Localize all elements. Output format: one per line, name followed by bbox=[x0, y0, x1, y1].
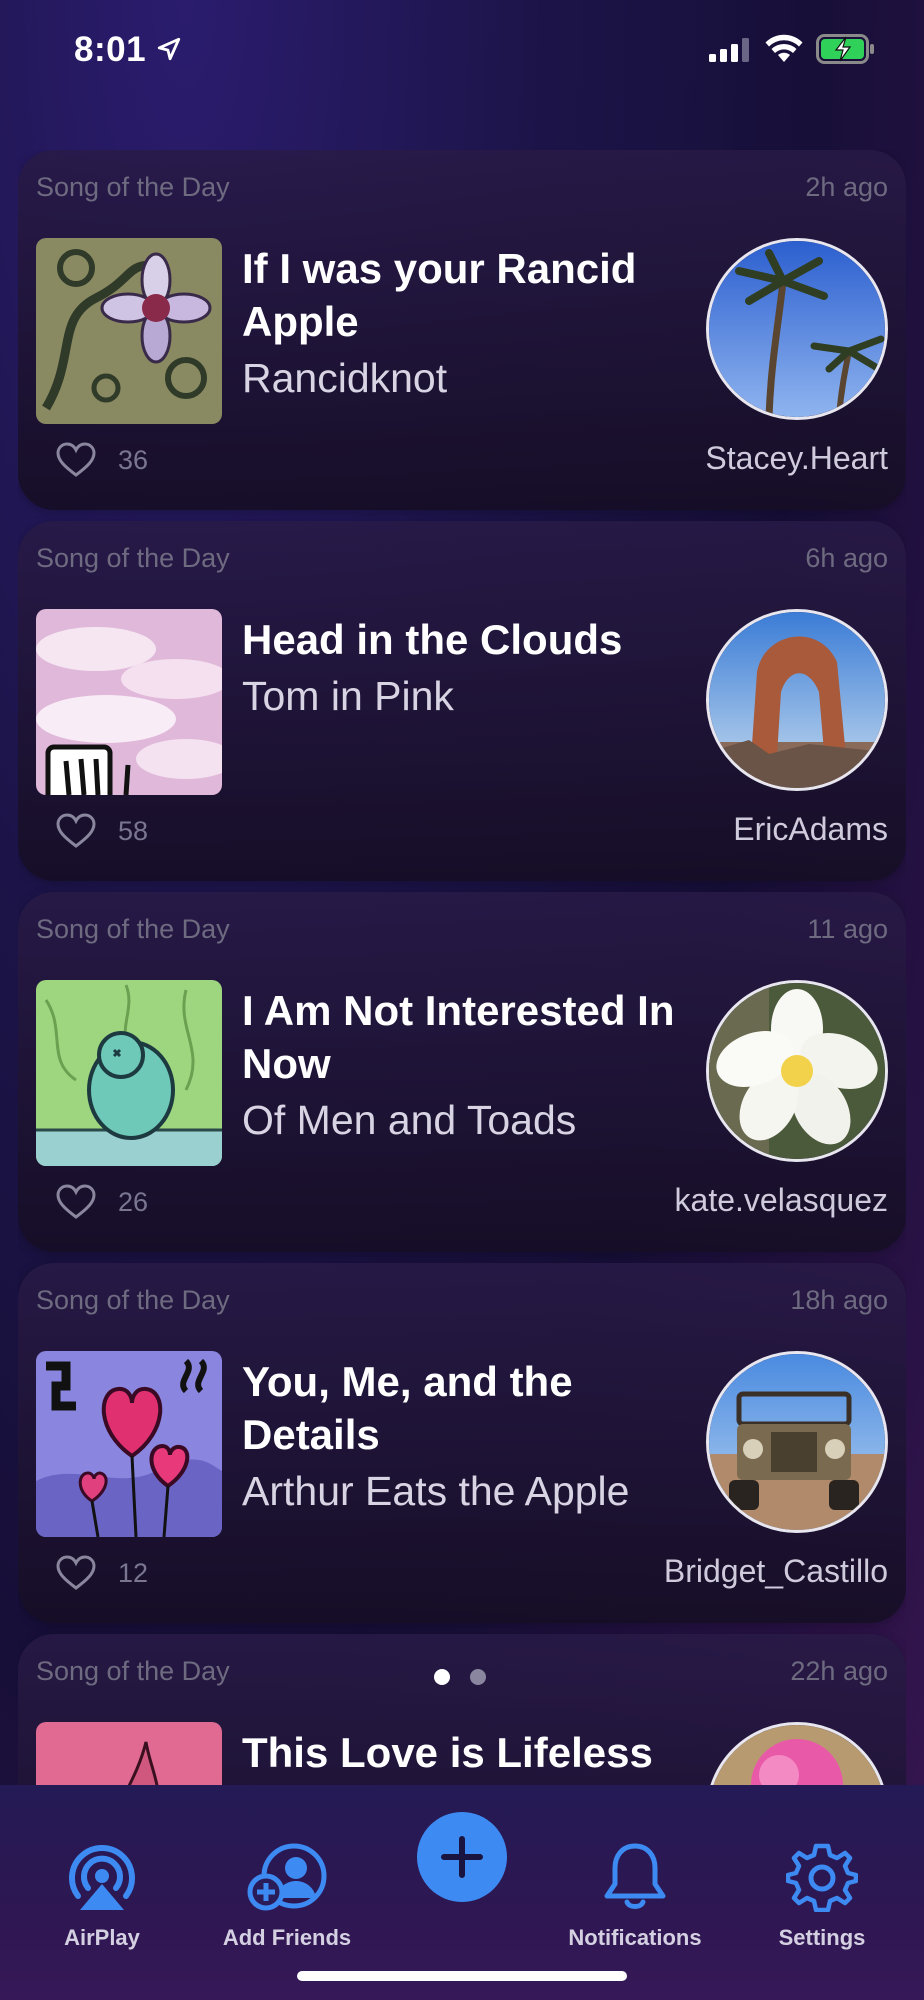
card-timestamp: 22h ago bbox=[790, 1656, 888, 1686]
location-arrow-icon bbox=[157, 37, 181, 61]
card-timestamp: 6h ago bbox=[805, 543, 888, 573]
tab-label: Settings bbox=[778, 1925, 866, 1950]
tab-settings[interactable]: Settings bbox=[742, 1840, 902, 1951]
username[interactable]: Stacey.Heart bbox=[705, 440, 888, 477]
status-bar: 8:01 bbox=[0, 0, 924, 100]
username[interactable]: Bridget_Castillo bbox=[664, 1553, 888, 1590]
like-button[interactable]: 12 bbox=[56, 1555, 148, 1591]
cellular-signal-icon bbox=[709, 38, 749, 62]
plus-icon bbox=[441, 1836, 483, 1878]
song-card[interactable]: Song of the Day 2h ago If I was your Ran… bbox=[18, 150, 906, 510]
heart-icon bbox=[56, 1184, 96, 1219]
like-button[interactable]: 58 bbox=[56, 813, 148, 849]
song-feed[interactable]: Song of the Day 2h ago If I was your Ran… bbox=[18, 150, 906, 1785]
song-title-text: This Love is Lifeless bbox=[242, 1729, 653, 1776]
song-title[interactable]: This Love is Lifeless bbox=[242, 1726, 682, 1779]
tab-notifications[interactable]: Notifications bbox=[555, 1840, 715, 1951]
username[interactable]: EricAdams bbox=[733, 811, 888, 848]
like-count: 12 bbox=[118, 1557, 149, 1588]
airplay-icon bbox=[69, 1845, 135, 1910]
tab-add-friends[interactable]: Add Friends bbox=[207, 1840, 367, 1951]
song-card[interactable]: Song of the Day 18h ago You, Me, and the… bbox=[18, 1263, 906, 1623]
like-count: 26 bbox=[118, 1186, 149, 1217]
album-art[interactable] bbox=[36, 1351, 222, 1537]
status-time: 8:01 bbox=[74, 30, 147, 69]
heart-icon bbox=[56, 1555, 96, 1590]
user-avatar[interactable] bbox=[706, 1351, 888, 1533]
card-label: Song of the Day bbox=[36, 914, 230, 944]
like-count: 36 bbox=[118, 444, 149, 475]
song-title-text: I Am Not Interested In Now bbox=[242, 987, 675, 1087]
artist-name[interactable]: Of Men and Toads bbox=[242, 1094, 682, 1147]
tab-label: Notifications bbox=[568, 1925, 702, 1950]
tab-airplay[interactable]: AirPlay bbox=[22, 1840, 182, 1951]
add-friend-icon bbox=[247, 1843, 327, 1911]
like-button[interactable]: 26 bbox=[56, 1184, 148, 1220]
heart-icon bbox=[56, 813, 96, 848]
tab-label: Add Friends bbox=[222, 1925, 352, 1950]
user-avatar[interactable] bbox=[706, 980, 888, 1162]
user-avatar[interactable] bbox=[706, 238, 888, 420]
song-card[interactable]: Song of the Day 11 ago I Am Not Interest… bbox=[18, 892, 906, 1252]
card-label: Song of the Day bbox=[36, 172, 230, 202]
album-art[interactable] bbox=[36, 609, 222, 795]
page-dot-active[interactable] bbox=[434, 1669, 450, 1685]
song-title[interactable]: I Am Not Interested In Now Of Men and To… bbox=[242, 984, 682, 1147]
home-indicator[interactable] bbox=[297, 1971, 627, 1981]
song-title[interactable]: You, Me, and the Details Arthur Eats the… bbox=[242, 1355, 682, 1518]
card-timestamp: 11 ago bbox=[807, 914, 888, 944]
song-title-text: Head in the Clouds bbox=[242, 616, 623, 663]
artist-name[interactable]: Rancidknot bbox=[242, 352, 682, 405]
add-song-button[interactable] bbox=[417, 1812, 507, 1902]
like-button[interactable]: 36 bbox=[56, 442, 148, 478]
song-title[interactable]: If I was your Rancid Apple Rancidknot bbox=[242, 242, 682, 405]
song-title-text: You, Me, and the Details bbox=[242, 1358, 573, 1458]
heart-icon bbox=[56, 442, 96, 477]
card-label: Song of the Day bbox=[36, 1285, 230, 1315]
tab-bar: AirPlay Add Friends Notifications Settin… bbox=[0, 1785, 924, 2000]
artist-name[interactable]: Arthur Eats the Apple bbox=[242, 1465, 682, 1518]
album-art[interactable] bbox=[36, 1722, 222, 1785]
user-avatar[interactable] bbox=[706, 1722, 888, 1785]
like-count: 58 bbox=[118, 815, 149, 846]
gear-icon bbox=[785, 1843, 859, 1913]
song-card[interactable]: Song of the Day 6h ago Head in the Cloud… bbox=[18, 521, 906, 881]
card-label: Song of the Day bbox=[36, 1656, 230, 1686]
album-art[interactable] bbox=[36, 238, 222, 424]
card-timestamp: 2h ago bbox=[805, 172, 888, 202]
card-timestamp: 18h ago bbox=[790, 1285, 888, 1315]
user-avatar[interactable] bbox=[706, 609, 888, 791]
battery-charging-icon bbox=[816, 34, 874, 64]
username[interactable]: kate.velasquez bbox=[675, 1182, 888, 1219]
bell-icon bbox=[604, 1843, 666, 1909]
song-card[interactable]: Song of the Day 22h ago This Love is Lif… bbox=[18, 1634, 906, 1785]
song-title-text: If I was your Rancid Apple bbox=[242, 245, 637, 345]
tab-label: AirPlay bbox=[64, 1925, 140, 1950]
wifi-icon bbox=[765, 34, 803, 62]
page-dot[interactable] bbox=[470, 1669, 486, 1685]
album-art[interactable] bbox=[36, 980, 222, 1166]
song-title[interactable]: Head in the Clouds Tom in Pink bbox=[242, 613, 682, 723]
card-label: Song of the Day bbox=[36, 543, 230, 573]
artist-name[interactable]: Tom in Pink bbox=[242, 670, 682, 723]
page-indicator[interactable] bbox=[434, 1669, 486, 1685]
